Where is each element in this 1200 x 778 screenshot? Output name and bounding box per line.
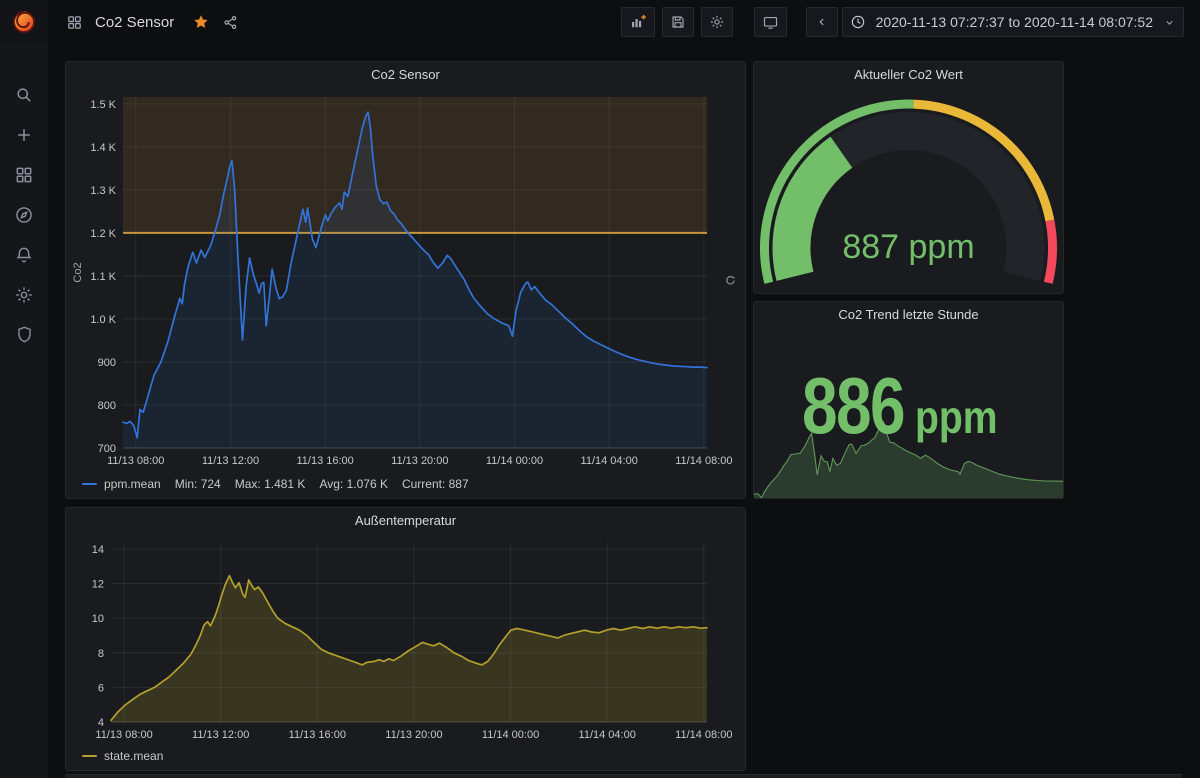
time-range-text: 2020-11-13 07:27:37 to 2020-11-14 08:07:… [872, 14, 1157, 30]
svg-text:11/13 08:00: 11/13 08:00 [107, 455, 164, 467]
legend-series-label: state.mean [104, 749, 163, 763]
sidebar-item-alerting[interactable] [4, 244, 44, 265]
time-picker-button[interactable]: 2020-11-13 07:27:37 to 2020-11-14 08:07:… [842, 7, 1184, 37]
legend-series-ppm.mean[interactable]: ppm.mean [82, 477, 161, 491]
gear-icon [709, 14, 725, 30]
svg-text:1.3 K: 1.3 K [90, 185, 116, 197]
trend-stat-value: 886 [802, 366, 904, 446]
legend-series-color [82, 755, 97, 757]
navbar: Co2 Sensor [0, 0, 1200, 44]
legend-stat: Avg: 1.076 K [319, 477, 388, 491]
co2-gauge: 887 ppm [754, 86, 1063, 293]
co2-legend: ppm.mean Min: 724 Max: 1.481 K Avg: 1.076 K… [82, 477, 469, 491]
panel-co2-trend: Co2 Trend letzte Stunde 886 ppm [753, 301, 1064, 499]
svg-text:11/13 20:00: 11/13 20:00 [391, 455, 448, 467]
svg-text:11/13 08:00: 11/13 08:00 [95, 729, 152, 741]
plus-icon [14, 125, 34, 145]
sidebar-item-create[interactable] [4, 124, 44, 145]
svg-text:1.4 K: 1.4 K [90, 142, 116, 154]
svg-text:800: 800 [98, 400, 116, 412]
compass-icon [14, 205, 34, 225]
save-dashboard-button[interactable] [662, 7, 694, 37]
next-row-panel-edge [65, 774, 1182, 778]
grafana-logo[interactable] [0, 0, 48, 44]
svg-text:11/14 08:00: 11/14 08:00 [675, 729, 732, 741]
panel-co2-sensor: Co2 Sensor 11/13 08:00 11/13 12:00 11/13 1… [65, 61, 746, 499]
svg-text:900: 900 [98, 357, 116, 369]
time-range-back-button[interactable] [806, 7, 838, 37]
dashboards-grid-icon [14, 165, 34, 185]
svg-text:1.5 K: 1.5 K [90, 99, 116, 111]
legend-series-color [82, 483, 97, 485]
panel-title-trend[interactable]: Co2 Trend letzte Stunde [754, 302, 1063, 326]
panel-title-co2[interactable]: Co2 Sensor [66, 62, 745, 86]
grafana-app: Co2 Sensor [0, 0, 1200, 778]
trend-stat-unit: ppm [915, 394, 998, 440]
panel-gauge-current-co2: Aktueller Co2 Wert 887 ppm [753, 61, 1064, 294]
svg-text:1.0 K: 1.0 K [90, 314, 116, 326]
sidebar-item-dashboards[interactable] [4, 164, 44, 185]
svg-text:11/14 00:00: 11/14 00:00 [486, 455, 543, 467]
cycle-view-mode-button[interactable] [754, 7, 787, 37]
chevron-down-icon [1163, 16, 1176, 29]
svg-text:8: 8 [98, 648, 104, 660]
bell-icon [14, 245, 34, 265]
sidebar-item-server-admin[interactable] [4, 324, 44, 345]
svg-text:11/14 08:00: 11/14 08:00 [675, 455, 732, 467]
co2-timeseries-chart[interactable]: 11/13 08:00 11/13 12:00 11/13 16:00 11/13 2… [66, 86, 745, 498]
panel-outdoor-temperature: Außentemperatur 11/13 08:0011/13 12:0011… [65, 507, 746, 771]
svg-text:1.2 K: 1.2 K [90, 228, 116, 240]
dashboard-settings-button[interactable] [701, 7, 733, 37]
apps-grid-icon [66, 14, 83, 31]
legend-stat: Max: 1.481 K [235, 477, 306, 491]
svg-text:4: 4 [98, 717, 104, 729]
search-icon [14, 85, 34, 105]
svg-text:1.1 K: 1.1 K [90, 271, 116, 283]
svg-text:11/13 16:00: 11/13 16:00 [289, 729, 346, 741]
sidebar-item-configuration[interactable] [4, 284, 44, 305]
star-icon[interactable] [192, 13, 210, 31]
panel-title-temp[interactable]: Außentemperatur [66, 508, 745, 532]
share-icon[interactable] [222, 14, 239, 31]
grafana-logo-icon [10, 8, 38, 36]
legend-series-label: ppm.mean [104, 477, 161, 491]
svg-text:700: 700 [98, 443, 116, 455]
panel-title-gauge[interactable]: Aktueller Co2 Wert [754, 62, 1063, 86]
svg-text:11/13 12:00: 11/13 12:00 [202, 455, 259, 467]
dashboard-grid: Co2 Sensor 11/13 08:00 11/13 12:00 11/13 1… [48, 44, 1200, 778]
svg-text:11/14 04:00: 11/14 04:00 [581, 455, 638, 467]
save-icon [670, 14, 686, 30]
svg-text:14: 14 [92, 544, 104, 556]
sidebar [0, 44, 48, 778]
svg-text:887 ppm: 887 ppm [842, 228, 974, 266]
svg-text:11/13 16:00: 11/13 16:00 [296, 455, 353, 467]
panel-refresh-icon [724, 274, 737, 287]
svg-text:11/13 20:00: 11/13 20:00 [385, 729, 442, 741]
add-panel-icon [629, 13, 647, 31]
dashboard-title[interactable]: Co2 Sensor [95, 14, 174, 31]
sidebar-item-explore[interactable] [4, 204, 44, 225]
sidebar-item-search[interactable] [4, 84, 44, 105]
svg-text:12: 12 [92, 579, 104, 591]
legend-stat: Min: 724 [175, 477, 221, 491]
svg-text:11/14 04:00: 11/14 04:00 [579, 729, 636, 741]
trend-stat: 886 ppm [802, 366, 1013, 446]
svg-text:Co2: Co2 [72, 262, 84, 282]
gear-icon [14, 285, 34, 305]
legend-series-state.mean[interactable]: state.mean [82, 749, 163, 763]
temperature-chart[interactable]: 11/13 08:00 11/13 12:00 11/13 16:00 11/13 2… [66, 532, 745, 770]
svg-text:10: 10 [92, 613, 104, 625]
add-panel-button[interactable] [621, 7, 655, 37]
clock-icon [850, 14, 866, 30]
svg-text:11/14 00:00: 11/14 00:00 [482, 729, 539, 741]
legend-stat: Current: 887 [402, 477, 469, 491]
chevron-left-icon [815, 15, 829, 29]
shield-icon [15, 325, 34, 344]
tv-monitor-icon [762, 14, 779, 31]
temp-legend: state.mean [82, 749, 163, 763]
svg-text:11/13 12:00: 11/13 12:00 [192, 729, 249, 741]
svg-text:6: 6 [98, 682, 104, 694]
